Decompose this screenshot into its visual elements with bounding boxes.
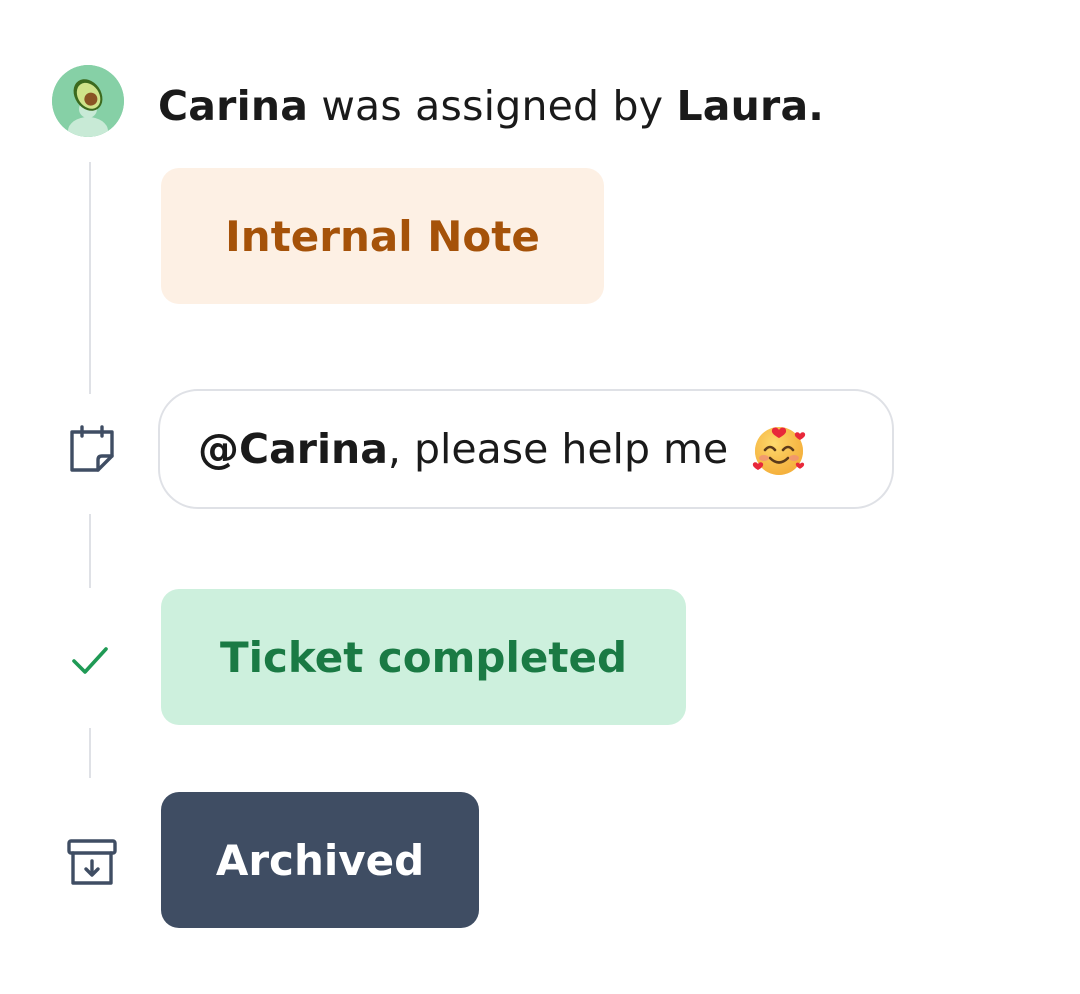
assignment-event-text: Carina was assigned by Laura. xyxy=(158,78,824,134)
assignment-middle-text: was assigned by xyxy=(308,82,677,130)
mention-tag[interactable]: @Carina xyxy=(198,425,388,473)
ticket-completed-badge[interactable]: Ticket completed xyxy=(161,589,686,725)
archive-box-icon xyxy=(64,835,120,891)
internal-note-message[interactable]: @Carina, please help me xyxy=(158,389,894,509)
assigner-name[interactable]: Laura. xyxy=(676,82,824,130)
message-text: , please help me xyxy=(387,425,729,473)
timeline-connector xyxy=(89,514,91,588)
archived-label: Archived xyxy=(215,835,425,885)
timeline-connector xyxy=(89,728,91,778)
activity-timeline: Carina was assigned by Laura. Internal N… xyxy=(0,0,1080,994)
ticket-completed-label: Ticket completed xyxy=(219,632,628,682)
internal-note-badge[interactable]: Internal Note xyxy=(161,168,604,304)
internal-note-label: Internal Note xyxy=(225,211,540,261)
timeline-connector xyxy=(89,162,91,394)
archived-badge[interactable]: Archived xyxy=(161,792,479,928)
sticky-note-icon xyxy=(64,422,120,478)
check-icon xyxy=(66,636,114,684)
smiling-face-with-hearts-emoji xyxy=(750,420,808,478)
assignee-name[interactable]: Carina xyxy=(158,82,308,130)
avocado-avatar-icon[interactable] xyxy=(52,65,124,137)
